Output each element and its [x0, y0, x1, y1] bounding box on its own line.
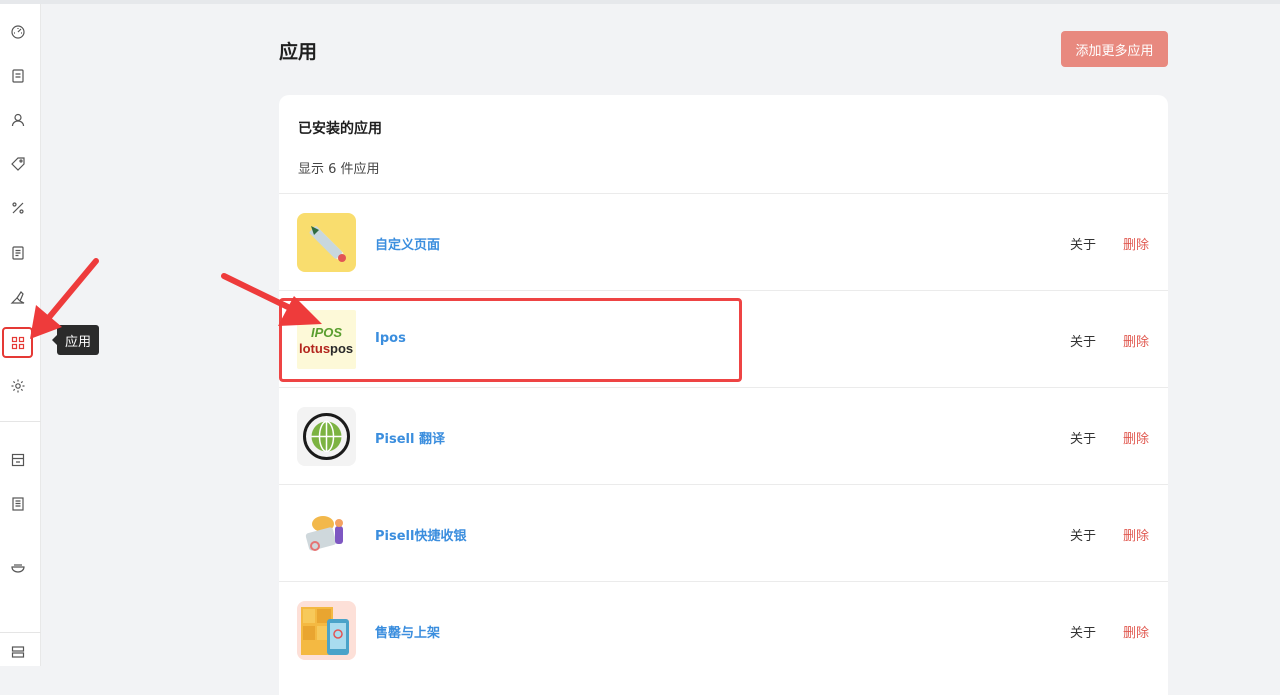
- cashier-logo-icon: [297, 504, 356, 563]
- installed-apps-card: 已安装的应用 显示 6 件应用 自定义页面 关于 删除 IPOS lotus p…: [279, 95, 1168, 695]
- nav-collapse-icon[interactable]: [4, 638, 32, 666]
- logo-pos-text: pos: [330, 341, 353, 356]
- top-bar: [0, 0, 1280, 4]
- app-count-text: 显示 6 件应用: [298, 162, 380, 177]
- page-title: 应用: [279, 41, 318, 63]
- nav-orders-icon[interactable]: [4, 62, 32, 90]
- app-row-pisell-cashier: Pisell快捷收银 关于 删除: [279, 484, 1168, 581]
- shelf-logo-icon: [297, 601, 356, 660]
- about-link[interactable]: 关于: [1070, 428, 1096, 447]
- about-link[interactable]: 关于: [1070, 234, 1096, 253]
- ruler-pencil-logo-icon: [297, 213, 356, 272]
- delete-link[interactable]: 删除: [1123, 234, 1149, 253]
- nav-brush-icon[interactable]: [4, 283, 32, 311]
- app-row-pisell-translate: Pisell 翻译 关于 删除: [279, 387, 1168, 484]
- nav-bowl-icon[interactable]: [4, 553, 32, 581]
- add-more-apps-button[interactable]: 添加更多应用: [1061, 31, 1168, 67]
- app-name[interactable]: Pisell快捷收银: [375, 525, 466, 544]
- about-link[interactable]: 关于: [1070, 622, 1096, 641]
- nav-percent-icon[interactable]: [4, 194, 32, 222]
- nav-gear-icon[interactable]: [4, 372, 32, 400]
- app-name[interactable]: Ipos: [375, 331, 406, 346]
- nav-tag-icon[interactable]: [4, 150, 32, 178]
- app-name[interactable]: 自定义页面: [375, 234, 440, 253]
- nav-dashboard-icon[interactable]: [4, 18, 32, 46]
- delete-link[interactable]: 删除: [1123, 428, 1149, 447]
- logo-top-text: IPOS: [311, 325, 342, 340]
- nav-document-icon[interactable]: [4, 490, 32, 518]
- lotuspos-logo-icon: IPOS lotus pos: [297, 310, 356, 369]
- globe-logo-icon: [297, 407, 356, 466]
- about-link[interactable]: 关于: [1070, 331, 1096, 350]
- sidebar: [0, 4, 41, 666]
- app-row-ipos: IPOS lotus pos Ipos 关于 删除: [279, 290, 1168, 387]
- nav-report-icon[interactable]: [4, 239, 32, 267]
- app-name[interactable]: 售罄与上架: [375, 622, 440, 641]
- logo-lotus-text: lotus: [299, 341, 330, 356]
- nav-apps-icon[interactable]: [2, 327, 33, 358]
- delete-link[interactable]: 删除: [1123, 331, 1149, 350]
- sidebar-divider-bottom: [0, 632, 41, 633]
- delete-link[interactable]: 删除: [1123, 622, 1149, 641]
- app-row-custom-page: 自定义页面 关于 删除: [279, 193, 1168, 290]
- nav-store-icon[interactable]: [4, 446, 32, 474]
- app-name[interactable]: Pisell 翻译: [375, 428, 445, 447]
- card-title: 已安装的应用: [298, 121, 382, 137]
- sidebar-divider: [0, 421, 41, 422]
- about-link[interactable]: 关于: [1070, 525, 1096, 544]
- nav-user-icon[interactable]: [4, 106, 32, 134]
- sidebar-tooltip: 应用: [51, 325, 100, 355]
- app-row-sold-out: 售罄与上架 关于 删除: [279, 581, 1168, 678]
- delete-link[interactable]: 删除: [1123, 525, 1149, 544]
